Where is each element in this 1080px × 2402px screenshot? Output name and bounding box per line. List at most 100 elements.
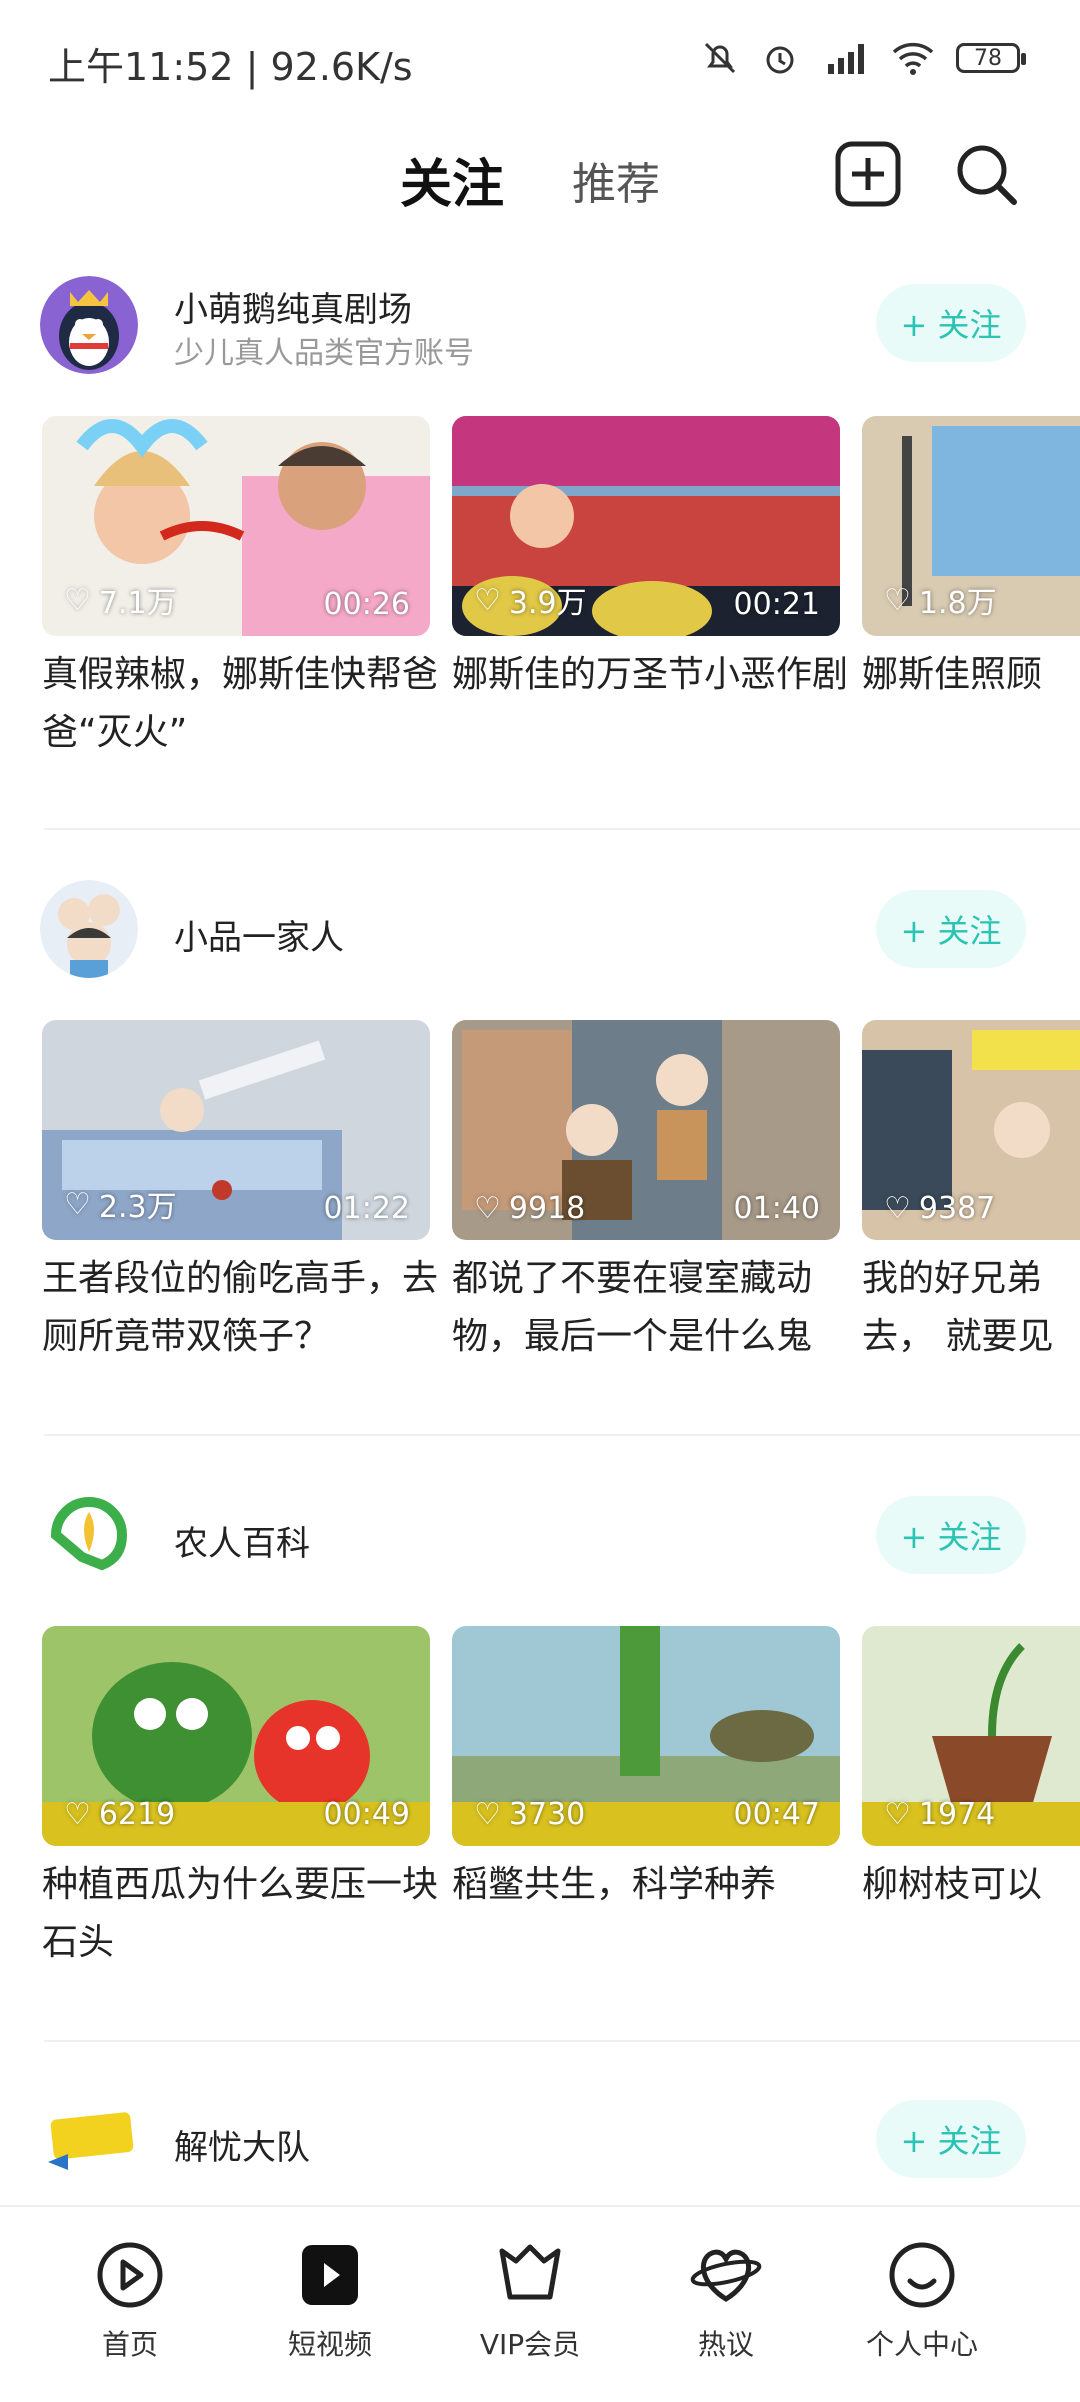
video-title[interactable]: 娜斯佳的万圣节小恶作剧 (452, 646, 852, 704)
video-duration: 00:47 (733, 1797, 820, 1832)
video-thumbnail[interactable]: ♡ 9387 (862, 1020, 1080, 1240)
video-thumbnail[interactable]: ♡ 1974 (862, 1626, 1080, 1846)
nav-label: VIP会员 (479, 2328, 581, 2361)
likes-value: 2.3万 (98, 1190, 177, 1225)
wifi-icon (892, 42, 934, 75)
video-title[interactable]: 种植西瓜为什么要压一块石头 (42, 1856, 442, 1972)
nav-label: 热议 (697, 2328, 754, 2361)
follow-button[interactable]: + 关注 (876, 890, 1026, 968)
heart-icon: ♡ (474, 1191, 501, 1226)
likes-count: ♡ 9387 (884, 1191, 995, 1226)
video-row: ♡ 6219 00:49 种植西瓜为什么要压一块石头 ♡ 3730 00:47 稻鳖… (0, 1626, 1080, 2026)
avatar[interactable] (40, 276, 138, 374)
status-icons: 78 (700, 38, 1026, 78)
heart-icon: ♡ (884, 1797, 911, 1832)
follow-button[interactable]: + 关注 (876, 2100, 1026, 2178)
likes-count: ♡ 1.8万 (884, 578, 997, 622)
likes-count: ♡ 1974 (884, 1797, 995, 1832)
likes-value: 1.8万 (918, 586, 997, 621)
video-thumbnail[interactable]: ♡ 2.3万 01:22 (42, 1020, 430, 1240)
video-thumbnail[interactable]: ♡ 3730 00:47 (452, 1626, 840, 1846)
nav-home[interactable]: 首页 (40, 2235, 220, 2363)
video-thumbnail[interactable]: ♡ 7.1万 00:26 (42, 416, 430, 636)
tab-recommend[interactable]: 推荐 (572, 148, 660, 212)
nav-hot-discussion[interactable]: 热议 (636, 2235, 816, 2363)
heart-icon: ♡ (64, 582, 91, 618)
heart-icon: ♡ (64, 1186, 91, 1222)
profile-smile-icon (889, 2242, 955, 2308)
account-name[interactable]: 小萌鹅纯真剧场 (174, 282, 412, 331)
follow-label: + 关注 (900, 912, 1002, 950)
heart-icon: ♡ (474, 582, 501, 618)
avatar[interactable] (40, 880, 138, 978)
heart-icon: ♡ (64, 1797, 91, 1832)
video-duration: 01:22 (323, 1191, 410, 1226)
likes-value: 6219 (98, 1797, 176, 1832)
alarm-icon (766, 46, 794, 74)
video-row: ♡ 2.3万 01:22 王者段位的偷吃高手，去厕所竟带双筷子？ ♡ 9918 01… (0, 1020, 1080, 1420)
likes-count: ♡ 6219 (64, 1797, 175, 1832)
tab-following[interactable]: 关注 (400, 142, 504, 217)
follow-label: + 关注 (900, 1518, 1002, 1556)
section-divider (44, 1434, 1080, 1436)
video-thumbnail[interactable]: ♡ 3.9万 00:21 (452, 416, 840, 636)
nav-vip[interactable]: VIP会员 (440, 2235, 620, 2363)
video-title[interactable]: 柳树枝可以 (862, 1856, 1080, 1914)
likes-value: 3.9万 (508, 586, 587, 621)
mute-bell-icon (704, 42, 736, 74)
nav-profile[interactable]: 个人中心 (832, 2235, 1012, 2363)
video-row: ♡ 7.1万 00:26 真假辣椒，娜斯佳快帮爸爸“灭火” ♡ 3.9万 00:21… (0, 416, 1080, 816)
vip-crown-icon (499, 2244, 561, 2300)
avatar[interactable] (40, 1486, 138, 1584)
video-title[interactable]: 稻鳖共生，科学种养 (452, 1856, 852, 1914)
video-thumbnail[interactable]: ♡ 1.8万 (862, 416, 1080, 636)
video-title[interactable]: 娜斯佳照顾 (862, 646, 1080, 704)
likes-value: 1974 (918, 1797, 996, 1832)
follow-label: + 关注 (900, 2122, 1002, 2160)
add-post-icon[interactable] (832, 138, 904, 210)
likes-value: 9387 (918, 1191, 996, 1226)
video-duration: 00:21 (733, 587, 820, 622)
likes-count: ♡ 3.9万 (474, 578, 587, 622)
battery-indicator: 78 (956, 43, 1026, 73)
short-video-icon (302, 2245, 358, 2305)
nav-label: 个人中心 (865, 2328, 978, 2361)
video-thumbnail[interactable]: ♡ 6219 00:49 (42, 1626, 430, 1846)
follow-label: + 关注 (900, 306, 1002, 344)
likes-count: ♡ 7.1万 (64, 578, 177, 622)
top-header: 关注 推荐 (0, 130, 1080, 250)
bottom-navigation: 首页 短视频 VIP会员 热议 个人中心 (0, 2205, 1080, 2402)
status-time: 上午11:52 | 92.6K/s (48, 45, 413, 89)
status-bar: 上午11:52 | 92.6K/s 78 (0, 0, 1080, 130)
nav-short-video[interactable]: 短视频 (240, 2235, 420, 2363)
likes-value: 7.1万 (98, 586, 177, 621)
follow-button[interactable]: + 关注 (876, 284, 1026, 362)
hot-discussion-icon (690, 2249, 762, 2302)
follow-button[interactable]: + 关注 (876, 1496, 1026, 1574)
video-thumbnail[interactable]: ♡ 9918 01:40 (452, 1020, 840, 1240)
play-circle-icon (97, 2242, 163, 2308)
video-title[interactable]: 王者段位的偷吃高手，去厕所竟带双筷子？ (42, 1250, 442, 1366)
video-duration: 01:40 (733, 1191, 820, 1226)
signal-icon (828, 44, 864, 74)
video-title[interactable]: 真假辣椒，娜斯佳快帮爸爸“灭火” (42, 646, 442, 762)
video-title[interactable]: 我的好兄弟去， 就要见 (862, 1250, 1080, 1366)
video-duration: 00:26 (323, 587, 410, 622)
likes-count: ♡ 2.3万 (64, 1182, 177, 1226)
likes-count: ♡ 9918 (474, 1191, 585, 1226)
account-name[interactable]: 小品一家人 (174, 910, 344, 959)
heart-icon: ♡ (884, 582, 911, 618)
heart-icon: ♡ (474, 1797, 501, 1832)
likes-value: 9918 (508, 1191, 586, 1226)
likes-count: ♡ 3730 (474, 1797, 585, 1832)
video-duration: 00:49 (323, 1797, 410, 1832)
account-name[interactable]: 解忧大队 (174, 2120, 310, 2169)
search-icon[interactable] (950, 138, 1022, 210)
account-subtitle: 少儿真人品类官方账号 (174, 336, 474, 371)
video-title[interactable]: 都说了不要在寝室藏动物，最后一个是什么鬼 (452, 1250, 852, 1366)
section-divider (44, 2040, 1080, 2042)
nav-label: 短视频 (287, 2328, 372, 2361)
account-name[interactable]: 农人百科 (174, 1516, 310, 1565)
avatar[interactable] (40, 2090, 138, 2188)
heart-icon: ♡ (884, 1191, 911, 1226)
